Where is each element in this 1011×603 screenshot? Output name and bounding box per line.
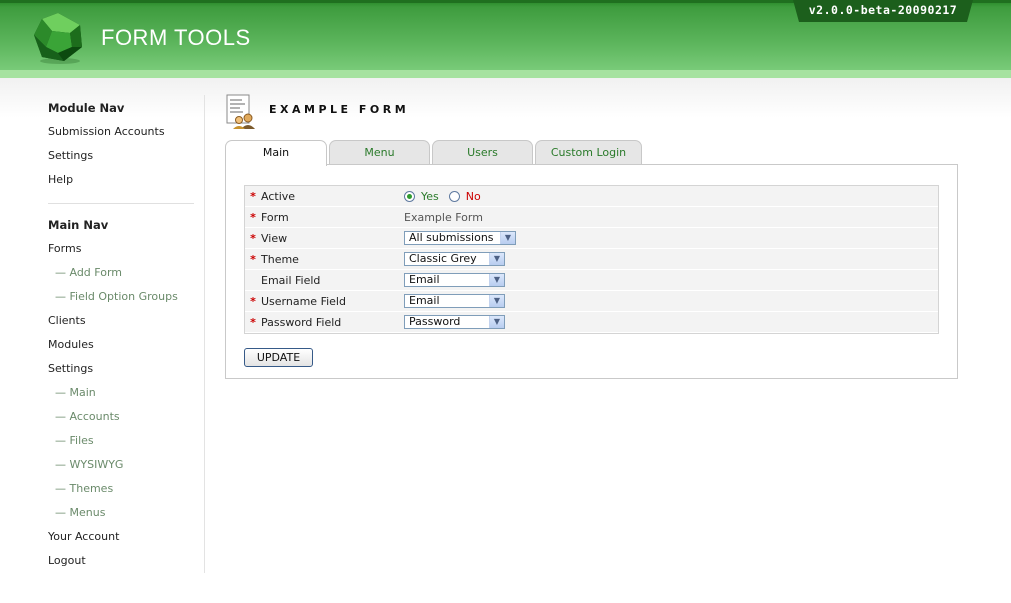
table-row: * Username Field Email ▼ (245, 291, 938, 312)
username-field-select[interactable]: Email ▼ (404, 294, 505, 308)
table-row: * Theme Classic Grey ▼ (245, 249, 938, 270)
required-marker: * (245, 207, 261, 228)
table-row: Email Field Email ▼ (245, 270, 938, 291)
update-button[interactable]: UPDATE (244, 348, 313, 367)
sidebar-item-submission-accounts[interactable]: Submission Accounts (48, 125, 165, 138)
table-row: * Password Field Password ▼ (245, 312, 938, 333)
sidebar-item-module-settings[interactable]: Settings (48, 149, 93, 162)
logo-gem-icon (34, 13, 82, 64)
sidebar-item-clients[interactable]: Clients (48, 314, 86, 327)
active-yes-label[interactable]: Yes (421, 190, 439, 203)
theme-select[interactable]: Classic Grey ▼ (404, 252, 505, 266)
required-marker: * (245, 228, 261, 249)
password-field-select[interactable]: Password ▼ (404, 315, 505, 329)
active-yes-radio[interactable] (404, 191, 415, 202)
required-marker: * (245, 312, 261, 333)
sidebar-item-settings-wysiwyg[interactable]: — WYSIWYG (55, 458, 123, 471)
main-nav-heading: Main Nav (48, 218, 109, 232)
form-label: Form (261, 207, 404, 228)
password-field-select-value: Password (409, 315, 461, 328)
sidebar-item-your-account[interactable]: Your Account (48, 530, 119, 543)
page-title: EXAMPLE FORM (269, 103, 410, 116)
chevron-down-icon: ▼ (489, 253, 504, 265)
active-radio-group: Yes No (404, 186, 938, 207)
email-field-select-value: Email (409, 273, 440, 286)
tab-custom-login[interactable]: Custom Login (535, 140, 642, 164)
sidebar-item-add-form[interactable]: — Add Form (55, 266, 122, 279)
password-field-label: Password Field (261, 312, 404, 333)
username-field-select-value: Email (409, 294, 440, 307)
required-marker: * (245, 186, 261, 207)
email-field-label: Email Field (261, 270, 404, 291)
chevron-down-icon: ▼ (489, 295, 504, 307)
chevron-down-icon: ▼ (500, 232, 515, 244)
sidebar-item-settings-files[interactable]: — Files (55, 434, 94, 447)
sidebar-item-settings[interactable]: Settings (48, 362, 93, 375)
version-label: v2.0.0-beta-20090217 (808, 3, 958, 17)
sidebar-item-help[interactable]: Help (48, 173, 73, 186)
active-label: Active (261, 186, 404, 207)
chevron-down-icon: ▼ (489, 316, 504, 328)
app-logo-text: FORM TOOLS (101, 25, 251, 50)
theme-select-value: Classic Grey (409, 252, 477, 265)
module-nav-heading: Module Nav (48, 101, 125, 115)
table-row: * Form Example Form (245, 207, 938, 228)
sidebar-item-forms[interactable]: Forms (48, 242, 81, 255)
view-select-value: All submissions (409, 231, 494, 244)
sidebar-item-modules[interactable]: Modules (48, 338, 94, 351)
active-no-label[interactable]: No (466, 190, 481, 203)
tab-main[interactable]: Main (225, 140, 327, 166)
sidebar-separator (204, 95, 205, 573)
tab-users[interactable]: Users (432, 140, 533, 164)
username-field-label: Username Field (261, 291, 404, 312)
required-marker: * (245, 291, 261, 312)
sidebar-item-settings-main[interactable]: — Main (55, 386, 96, 399)
form-name-value: Example Form (404, 207, 938, 228)
view-select[interactable]: All submissions ▼ (404, 231, 516, 245)
active-no-radio[interactable] (448, 191, 460, 202)
view-label: View (261, 228, 404, 249)
sidebar-item-settings-themes[interactable]: — Themes (55, 482, 113, 495)
form-document-users-icon (226, 94, 255, 129)
required-marker: * (245, 249, 261, 270)
theme-label: Theme (261, 249, 404, 270)
table-row: * View All submissions ▼ (245, 228, 938, 249)
email-field-select[interactable]: Email ▼ (404, 273, 505, 287)
header-strip (0, 70, 1011, 78)
page-background-fade (0, 78, 1011, 118)
sidebar-item-logout[interactable]: Logout (48, 554, 86, 567)
sidebar-divider (48, 203, 194, 204)
sidebar-item-settings-menus[interactable]: — Menus (55, 506, 105, 519)
tab-menu[interactable]: Menu (329, 140, 430, 164)
sidebar-item-field-option-groups[interactable]: — Field Option Groups (55, 290, 178, 303)
form-settings-table: * Active Yes No * Form Example Form * Vie… (244, 185, 939, 334)
chevron-down-icon: ▼ (489, 274, 504, 286)
sidebar-item-settings-accounts[interactable]: — Accounts (55, 410, 120, 423)
table-row: * Active Yes No (245, 186, 938, 207)
